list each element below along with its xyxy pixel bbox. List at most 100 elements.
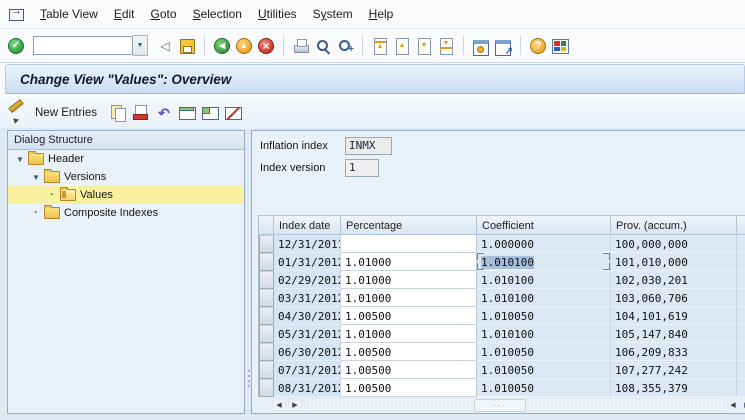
column-header-prov-accum[interactable]: Prov. (accum.) — [611, 215, 737, 235]
cell-coefficient[interactable]: 1.010100 — [477, 253, 611, 271]
delete-icon[interactable] — [131, 103, 151, 123]
find-next-icon[interactable] — [335, 36, 355, 56]
cell-percentage[interactable]: 1.00500 — [341, 343, 477, 361]
cell-index-date[interactable]: 12/31/2011 — [274, 235, 341, 253]
cell-prov-accum[interactable]: 105,147,840 — [611, 325, 737, 343]
cell-prov-accum[interactable]: 108,355,379 — [611, 379, 737, 397]
expand-icon[interactable]: ▼ — [30, 173, 42, 182]
cell-coefficient[interactable]: 1.010100 — [477, 271, 611, 289]
last-page-icon[interactable] — [436, 36, 456, 56]
cell-percentage[interactable]: 1.00500 — [341, 361, 477, 379]
select-block-icon[interactable] — [200, 103, 220, 123]
cell-index-date[interactable]: 01/31/2012 — [274, 253, 341, 271]
cell-coefficient[interactable]: 1.010100 — [477, 289, 611, 307]
undo-icon[interactable] — [154, 103, 174, 123]
inflation-index-field[interactable]: INMX — [345, 137, 392, 155]
row-selector[interactable] — [259, 307, 274, 325]
command-field[interactable] — [33, 36, 133, 55]
row-selector[interactable] — [259, 361, 274, 379]
expand-icon[interactable]: ▼ — [14, 155, 26, 164]
tree-node-header[interactable]: ▼Header — [8, 150, 244, 168]
cancel-icon[interactable] — [256, 36, 276, 56]
row-selector[interactable] — [259, 325, 274, 343]
cell-coefficient[interactable]: 1.010050 — [477, 307, 611, 325]
cell-percentage[interactable]: 1.01000 — [341, 271, 477, 289]
cell-index-date[interactable]: 07/31/2012 — [274, 361, 341, 379]
cell-index-date[interactable]: 02/29/2012 — [274, 271, 341, 289]
first-page-icon[interactable] — [370, 36, 390, 56]
find-icon[interactable] — [313, 36, 333, 56]
scroll-left-icon[interactable]: ◀ — [272, 398, 286, 411]
row-selector[interactable] — [259, 379, 274, 397]
tree-node-values[interactable]: ·Values — [8, 186, 244, 204]
page-down-icon[interactable] — [414, 36, 434, 56]
command-dropdown-icon[interactable]: ▼ — [133, 35, 148, 56]
create-shortcut-icon[interactable] — [493, 36, 513, 56]
scrollbar-track[interactable]: ··· — [308, 398, 724, 411]
scrollbar-thumb[interactable]: ··· — [474, 399, 526, 412]
cell-prov-accum[interactable]: 102,030,201 — [611, 271, 737, 289]
new-session-icon[interactable] — [471, 36, 491, 56]
cell-index-date[interactable]: 06/30/2012 — [274, 343, 341, 361]
cell-percentage[interactable]: 1.01000 — [341, 325, 477, 343]
help-icon[interactable] — [528, 36, 548, 56]
page-up-icon[interactable] — [392, 36, 412, 56]
cell-coefficient[interactable]: 1.010050 — [477, 361, 611, 379]
scroll-left-end-icon[interactable]: ◀ — [726, 398, 740, 411]
copy-as-icon[interactable] — [108, 103, 128, 123]
tree-node-composite-indexes[interactable]: ·Composite Indexes — [8, 204, 244, 222]
menu-item-utilities[interactable]: Utilities — [250, 4, 305, 24]
cell-percentage[interactable]: 1.00500 — [341, 307, 477, 325]
cell-percentage[interactable] — [341, 235, 477, 253]
enter-icon[interactable] — [6, 36, 26, 56]
cell-percentage[interactable]: 1.01000 — [341, 289, 477, 307]
row-selector[interactable] — [259, 343, 274, 361]
cell-prov-accum[interactable]: 100,000,000 — [611, 235, 737, 253]
cell-index-date[interactable]: 03/31/2012 — [274, 289, 341, 307]
system-menu-icon[interactable] — [6, 4, 26, 24]
cell-prov-accum[interactable]: 104,101,619 — [611, 307, 737, 325]
index-version-field[interactable]: 1 — [345, 159, 379, 177]
new-entries-button[interactable]: New Entries — [31, 105, 105, 121]
tree-node-versions[interactable]: ▼Versions — [8, 168, 244, 186]
scroll-right-icon[interactable]: ▶ — [288, 398, 302, 411]
cell-prov-accum[interactable]: 101,010,000 — [611, 253, 737, 271]
cell-prov-accum[interactable]: 106,209,833 — [611, 343, 737, 361]
cell-index-date[interactable]: 04/30/2012 — [274, 307, 341, 325]
table-row: 01/31/20121.010001.010100101,010,000 — [259, 253, 745, 271]
menu-item-selection[interactable]: Selection — [185, 4, 250, 24]
back-icon[interactable] — [212, 36, 232, 56]
cell-coefficient[interactable]: 1.000000 — [477, 235, 611, 253]
collapse-command-field-icon[interactable] — [155, 36, 175, 56]
row-selector[interactable] — [259, 289, 274, 307]
menu-item-help[interactable]: Help — [361, 4, 402, 24]
cell-index-date[interactable]: 08/31/2012 — [274, 379, 341, 397]
column-header-coefficient[interactable]: Coefficient — [477, 215, 611, 235]
customize-layout-icon[interactable] — [550, 36, 570, 56]
column-header-percentage[interactable]: Percentage — [341, 215, 477, 235]
change-display-icon[interactable] — [8, 103, 28, 123]
deselect-all-icon[interactable] — [223, 103, 243, 123]
cell-index-date[interactable]: 05/31/2012 — [274, 325, 341, 343]
cell-prov-accum[interactable]: 103,060,706 — [611, 289, 737, 307]
select-all-icon[interactable] — [177, 103, 197, 123]
menu-item-system[interactable]: System — [305, 4, 361, 24]
row-selector[interactable] — [259, 271, 274, 289]
print-icon[interactable] — [291, 36, 311, 56]
cell-coefficient[interactable]: 1.010100 — [477, 325, 611, 343]
save-icon[interactable] — [177, 36, 197, 56]
cell-coefficient[interactable]: 1.010050 — [477, 379, 611, 397]
exit-icon[interactable] — [234, 36, 254, 56]
menu-item-goto[interactable]: Goto — [143, 4, 185, 24]
cell-percentage[interactable]: 1.00500 — [341, 379, 477, 397]
row-selector[interactable] — [259, 253, 274, 271]
cell-prov-accum[interactable]: 107,277,242 — [611, 361, 737, 379]
folder-icon — [28, 153, 44, 165]
cell-percentage[interactable]: 1.01000 — [341, 253, 477, 271]
column-header-index-date[interactable]: Index date — [274, 215, 341, 235]
cell-coefficient[interactable]: 1.010050 — [477, 343, 611, 361]
scroll-right-end-icon[interactable]: ▶ — [740, 398, 745, 411]
row-selector[interactable] — [259, 235, 274, 253]
menu-item-edit[interactable]: Edit — [106, 4, 143, 24]
menu-item-table-view[interactable]: Table View — [32, 4, 106, 24]
